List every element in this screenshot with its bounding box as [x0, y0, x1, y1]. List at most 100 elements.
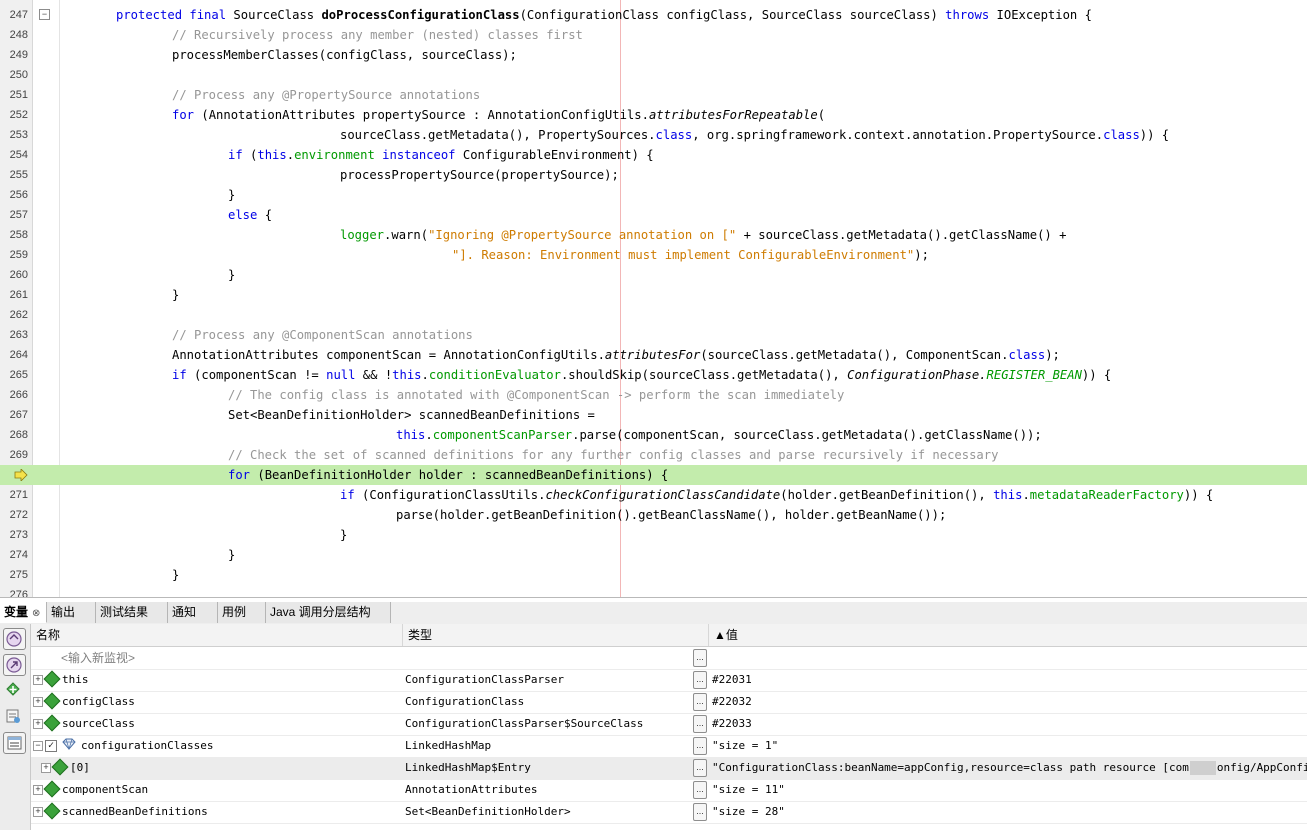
new-watch-row[interactable]: <输入新监视>...: [31, 647, 1307, 670]
edit-value-button[interactable]: ...: [693, 737, 707, 755]
tab-3[interactable]: 通知: [168, 602, 218, 623]
edit-value-button[interactable]: ...: [693, 671, 707, 689]
code-line[interactable]: 261}: [0, 285, 1307, 305]
edit-value-button[interactable]: ...: [693, 715, 707, 733]
tab-4[interactable]: 用例: [218, 602, 266, 623]
code-line[interactable]: 276: [0, 585, 1307, 597]
code-line[interactable]: 252 for (AnnotationAttributes propertySou…: [0, 105, 1307, 125]
collapse-fold-icon[interactable]: −: [39, 9, 50, 20]
code-line[interactable]: 249 processMemberClasses(configClass, sou…: [0, 45, 1307, 65]
code-line[interactable]: 250: [0, 65, 1307, 85]
code-token: class: [655, 128, 693, 142]
code-line[interactable]: 248 // Recursively process any member (ne…: [0, 25, 1307, 45]
current-execution-line[interactable]: for (BeanDefinitionHolder holder : scann…: [0, 465, 1307, 485]
variable-row[interactable]: − ✓ configurationClasses LinkedHashMap... "s…: [31, 735, 1307, 758]
code-token: Set<BeanDefinitionHolder> scannedBeanDef…: [228, 408, 595, 422]
code-text: protected final SourceClass doProcessCon…: [116, 5, 1092, 25]
code-text: else {: [228, 205, 272, 225]
code-line[interactable]: 271 if (ConfigurationClassUtils.checkConf…: [0, 485, 1307, 505]
code-line[interactable]: 269 // Check the set of scanned definitio…: [0, 445, 1307, 465]
code-line[interactable]: 265 if (componentScan != null && !this.co…: [0, 365, 1307, 385]
edit-value-button[interactable]: ...: [693, 759, 707, 777]
code-line[interactable]: 262: [0, 305, 1307, 325]
evaluate-expression-icon[interactable]: [3, 706, 26, 728]
code-token: conditionEvaluator: [428, 368, 561, 382]
code-token: instanceof: [382, 148, 456, 162]
watch-toggle-icon[interactable]: [3, 628, 26, 650]
code-line[interactable]: 263 // Process any @ComponentScan annotat…: [0, 325, 1307, 345]
variable-row[interactable]: + configClass ConfigurationClass... #22032: [31, 691, 1307, 714]
code-line[interactable]: 247− protected final SourceClass doProces…: [0, 5, 1307, 25]
code-line[interactable]: 264 AnnotationAttributes componentScan = …: [0, 345, 1307, 365]
variable-name: configurationClasses: [81, 739, 214, 752]
code-token: ConfigurableEnvironment) {: [455, 148, 654, 162]
close-tab-icon[interactable]: ⊗: [32, 608, 40, 619]
code-line[interactable]: 274}: [0, 545, 1307, 565]
code-line[interactable]: 257 else {: [0, 205, 1307, 225]
tab-0[interactable]: 变量 ⊗: [0, 602, 47, 623]
edit-value-button[interactable]: ...: [693, 803, 707, 821]
line-number: 263: [9, 329, 28, 341]
edit-value-button[interactable]: ...: [693, 693, 707, 711]
expand-node-icon[interactable]: +: [33, 675, 43, 685]
code-token: );: [914, 248, 929, 262]
expand-node-icon[interactable]: +: [33, 785, 43, 795]
tree-table-view-icon[interactable]: [3, 732, 26, 754]
tab-label: 用例: [222, 605, 247, 619]
code-token: );: [1045, 348, 1060, 362]
expand-node-icon[interactable]: +: [41, 763, 51, 773]
variable-type: ConfigurationClassParser: [405, 673, 564, 686]
tab-2[interactable]: 测试结果: [96, 602, 168, 623]
expand-node-icon[interactable]: +: [33, 697, 43, 707]
watch-checkbox[interactable]: ✓: [45, 740, 57, 752]
variable-type: AnnotationAttributes: [405, 783, 538, 796]
tab-1[interactable]: 输出: [47, 602, 96, 623]
expand-node-icon[interactable]: +: [33, 807, 43, 817]
code-line[interactable]: 267 Set<BeanDefinitionHolder> scannedBean…: [0, 405, 1307, 425]
variable-row[interactable]: + [0] LinkedHashMap$Entry... "Configuration…: [31, 757, 1307, 780]
edit-value-button[interactable]: ...: [693, 649, 707, 667]
field-variable-icon: [43, 780, 61, 798]
code-token: if: [172, 368, 187, 382]
variable-row[interactable]: + this ConfigurationClassParser... #22031: [31, 669, 1307, 692]
code-line[interactable]: 254 if (this.environment instanceof Confi…: [0, 145, 1307, 165]
code-token: (holder.getBeanDefinition(),: [780, 488, 994, 502]
code-line[interactable]: 253 sourceClass.getMetadata(), PropertySo…: [0, 125, 1307, 145]
line-number: 276: [9, 589, 28, 597]
code-token: (: [817, 108, 826, 122]
code-token: this: [993, 488, 1023, 502]
code-text: }: [228, 265, 235, 285]
line-number: 267: [9, 409, 28, 421]
code-line[interactable]: 266 // The config class is annotated with…: [0, 385, 1307, 405]
variable-value-suffix: onfig/AppConfig.class]: [1216, 761, 1307, 774]
code-line[interactable]: 258 logger.warn("Ignoring @PropertySource…: [0, 225, 1307, 245]
variable-row[interactable]: + scannedBeanDefinitions Set<BeanDefinitio…: [31, 801, 1307, 824]
code-token: "Ignoring @PropertySource annotation on …: [428, 228, 737, 242]
code-line[interactable]: 275}: [0, 565, 1307, 585]
collapse-node-icon[interactable]: −: [33, 741, 43, 751]
code-line[interactable]: 251 // Process any @PropertySource annota…: [0, 85, 1307, 105]
show-static-icon[interactable]: [3, 654, 26, 676]
code-line[interactable]: 260}: [0, 265, 1307, 285]
code-editor[interactable]: 247− protected final SourceClass doProces…: [0, 0, 1307, 597]
code-line[interactable]: 268 this.componentScanParser.parse(compon…: [0, 425, 1307, 445]
new-watch-input[interactable]: <输入新监视>: [31, 647, 403, 669]
column-header-name[interactable]: 名称: [31, 624, 403, 646]
new-watch-icon[interactable]: [3, 680, 26, 702]
variable-value: "size = 1": [709, 735, 1307, 757]
tab-5[interactable]: Java 调用分层结构: [266, 602, 391, 623]
code-line[interactable]: 273}: [0, 525, 1307, 545]
variable-row[interactable]: + componentScan AnnotationAttributes... "si…: [31, 779, 1307, 802]
code-line[interactable]: 255 processPropertySource(propertySource)…: [0, 165, 1307, 185]
code-line[interactable]: 259 "]. Reason: Environment must implemen…: [0, 245, 1307, 265]
variable-row[interactable]: + sourceClass ConfigurationClassParser$Sou…: [31, 713, 1307, 736]
column-header-type[interactable]: 类型: [403, 624, 709, 646]
edit-value-button[interactable]: ...: [693, 781, 707, 799]
expand-node-icon[interactable]: +: [33, 719, 43, 729]
code-line[interactable]: 272 parse(holder.getBeanDefinition().getB…: [0, 505, 1307, 525]
code-line[interactable]: 256}: [0, 185, 1307, 205]
field-variable-icon: [51, 758, 69, 776]
code-token: protected final: [116, 8, 234, 22]
column-header-value[interactable]: ▲值: [709, 624, 1307, 646]
variable-type: Set<BeanDefinitionHolder>: [405, 805, 571, 818]
